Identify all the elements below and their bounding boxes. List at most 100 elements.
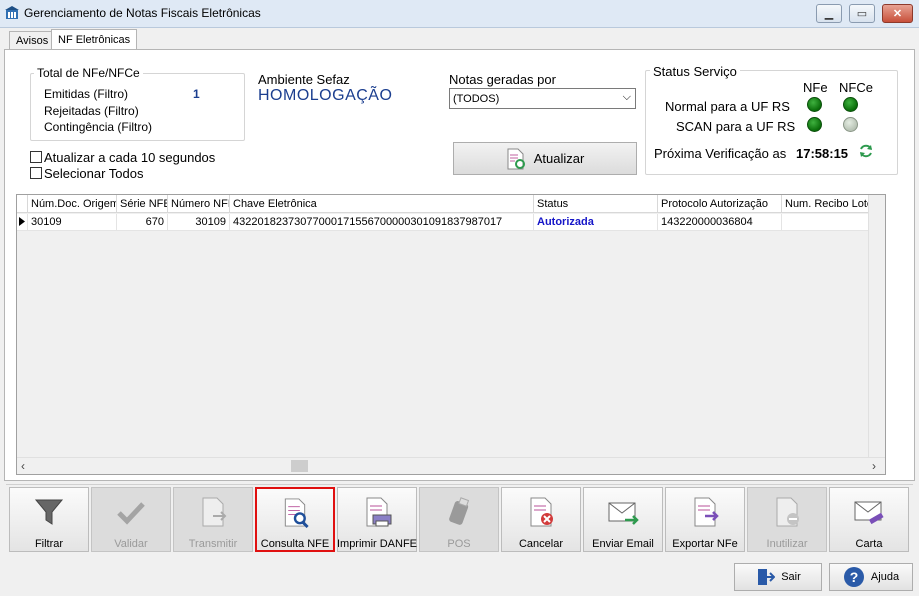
refresh-icon[interactable]	[858, 143, 874, 159]
ajuda-button[interactable]: ? Ajuda	[829, 563, 913, 591]
proxima-verificacao-label: Próxima Verificação as	[654, 146, 787, 161]
tab-nf-eletronicas-label: NF Eletrônicas	[58, 34, 131, 46]
ambiente-label: Ambiente Sefaz	[258, 72, 350, 87]
scan-nfce-status-icon	[843, 117, 858, 132]
atualizar-checkbox[interactable]	[30, 151, 42, 163]
notas-geradas-select[interactable]: (TODOS) ⌵	[449, 88, 636, 109]
carta-label: Carta	[855, 538, 883, 550]
validar-button[interactable]: Validar	[91, 487, 171, 552]
help-icon: ?	[843, 567, 864, 587]
transmitir-label: Transmitir	[188, 538, 238, 550]
minimize-icon: ▁	[824, 8, 834, 20]
atualizar-button-label: Atualizar	[533, 151, 585, 166]
svg-text:?: ?	[850, 569, 859, 585]
selecionar-todos-label: Selecionar Todos	[44, 166, 144, 181]
vertical-scrollbar[interactable]	[868, 195, 885, 458]
column-header-num-doc[interactable]: Núm.Doc. Origem	[28, 195, 117, 213]
document-export-icon	[694, 497, 719, 527]
document-void-icon	[776, 497, 799, 527]
pos-terminal-icon	[449, 497, 470, 525]
checkmark-icon	[117, 502, 145, 525]
normal-nfce-status-icon	[843, 97, 858, 112]
close-button[interactable]: ✕	[882, 4, 913, 23]
app-building-icon	[5, 6, 19, 19]
filtrar-button[interactable]: Filtrar	[9, 487, 89, 552]
col-nfe-label: NFe	[803, 80, 828, 95]
proxima-verificacao-time: 17:58:15	[796, 146, 849, 161]
totals-group-title: Total de NFe/NFCe	[34, 66, 143, 80]
cell-status[interactable]: Autorizada	[534, 214, 658, 231]
close-icon: ✕	[892, 8, 903, 20]
document-print-icon	[366, 497, 392, 527]
row-indicator-header	[17, 195, 28, 213]
rejeitadas-label: Rejeitadas (Filtro)	[44, 104, 139, 118]
current-row-pointer-icon	[17, 214, 28, 231]
tab-avisos[interactable]: Avisos	[9, 31, 56, 50]
filtrar-label: Filtrar	[34, 538, 64, 550]
imprimir-danfe-label: Imprimir DANFE	[336, 538, 418, 550]
tab-nf-eletronicas[interactable]: NF Eletrônicas	[51, 29, 138, 50]
carta-button[interactable]: Carta	[829, 487, 909, 552]
cell-serie[interactable]: 670	[117, 214, 168, 231]
normal-uf-label: Normal para a UF RS	[665, 99, 790, 114]
enviar-email-button[interactable]: Enviar Email	[583, 487, 663, 552]
horizontal-scroll-thumb[interactable]	[291, 460, 308, 472]
scroll-right-icon[interactable]: ›	[872, 459, 876, 473]
enviar-email-label: Enviar Email	[592, 538, 654, 550]
scan-uf-label: SCAN para a UF RS	[676, 119, 796, 134]
column-header-protocolo[interactable]: Protocolo Autorização	[658, 195, 782, 213]
column-header-status[interactable]: Status	[534, 195, 658, 213]
cancelar-label: Cancelar	[518, 538, 564, 550]
notas-geradas-label: Notas geradas por	[449, 72, 556, 87]
sair-button[interactable]: Sair	[734, 563, 822, 591]
document-send-icon	[202, 497, 227, 527]
notas-geradas-value: (TODOS)	[453, 92, 500, 105]
cell-recibo[interactable]	[782, 214, 876, 231]
validar-label: Validar	[114, 538, 148, 550]
maximize-icon: ▭	[856, 8, 868, 20]
atualizar-checkbox-label: Atualizar a cada 10 segundos	[44, 150, 216, 165]
exit-door-icon	[758, 569, 776, 585]
imprimir-danfe-button[interactable]: Imprimir DANFE	[337, 487, 417, 552]
cancelar-button[interactable]: Cancelar	[501, 487, 581, 552]
envelope-send-icon	[608, 502, 639, 525]
column-header-numero[interactable]: Número NFE	[168, 195, 230, 213]
cell-numero[interactable]: 30109	[168, 214, 230, 231]
inutilizar-label: Inutilizar	[766, 538, 808, 550]
status-servico-title: Status Serviço	[650, 64, 740, 79]
col-nfce-label: NFCe	[839, 80, 873, 95]
pos-label: POS	[447, 538, 471, 550]
exportar-nfe-label: Exportar NFe	[672, 538, 738, 550]
normal-nfe-status-icon	[807, 97, 822, 112]
minimize-button[interactable]: ▁	[816, 4, 842, 23]
funnel-icon	[34, 499, 64, 525]
chevron-down-icon: ⌵	[622, 91, 631, 103]
exportar-nfe-button[interactable]: Exportar NFe	[665, 487, 745, 552]
selecionar-todos-checkbox[interactable]	[30, 167, 42, 179]
scroll-left-icon[interactable]: ‹	[21, 459, 25, 473]
emitidas-value: 1	[193, 87, 200, 101]
horizontal-scrollbar[interactable]: ‹ ›	[17, 457, 885, 474]
document-refresh-icon	[507, 148, 525, 169]
nfe-grid[interactable]: Núm.Doc. Origem Série NFE Número NFE Cha…	[16, 194, 886, 475]
cell-protocolo[interactable]: 143220000036804	[658, 214, 782, 231]
document-search-icon	[284, 498, 309, 528]
ajuda-label: Ajuda	[870, 571, 900, 583]
column-header-recibo[interactable]: Num. Recibo Lote	[782, 195, 876, 213]
cell-chave[interactable]: 4322018237307700017155670000030109183798…	[230, 214, 534, 231]
pos-button[interactable]: POS	[419, 487, 499, 552]
cell-num-doc[interactable]: 30109	[28, 214, 117, 231]
inutilizar-button[interactable]: Inutilizar	[747, 487, 827, 552]
sair-label: Sair	[781, 571, 801, 583]
maximize-button[interactable]: ▭	[849, 4, 875, 23]
emitidas-label: Emitidas (Filtro)	[44, 87, 129, 101]
atualizar-button[interactable]: Atualizar	[453, 142, 637, 175]
transmitir-button[interactable]: Transmitir	[173, 487, 253, 552]
document-cancel-icon	[530, 497, 553, 527]
consulta-nfe-button[interactable]: Consulta NFE	[255, 487, 335, 552]
contingencia-label: Contingência (Filtro)	[44, 120, 153, 134]
column-header-chave[interactable]: Chave Eletrônica	[230, 195, 534, 213]
consulta-nfe-label: Consulta NFE	[260, 538, 330, 550]
column-header-serie[interactable]: Série NFE	[117, 195, 168, 213]
tab-avisos-label: Avisos	[16, 35, 49, 47]
